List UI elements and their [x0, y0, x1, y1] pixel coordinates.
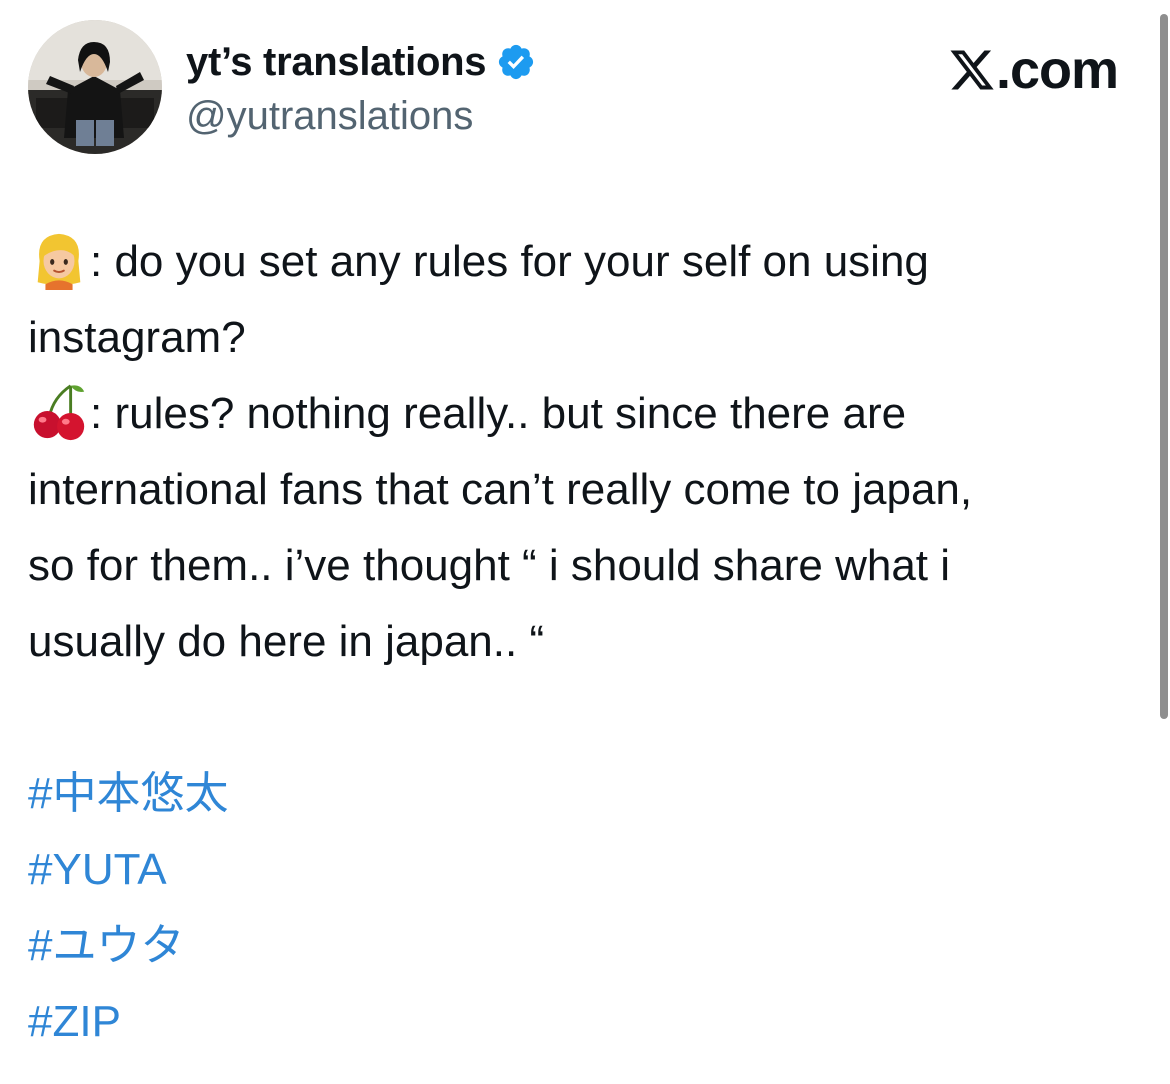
tweet-line-6: usually do here in japan.. “ [28, 617, 545, 666]
tweet-line-4: international fans that can’t really com… [28, 465, 973, 514]
tweet-line-1: : do you set any rules for your self on … [90, 237, 929, 286]
author-handle[interactable]: @yutranslations [186, 92, 473, 140]
tweet-line: : rules? nothing really.. but since ther… [28, 376, 1143, 452]
verified-badge-icon [496, 42, 536, 82]
tweet-line: : do you set any rules for your self on … [28, 224, 1143, 300]
woman-blond-hair-emoji [28, 228, 90, 290]
hashtag-link[interactable]: #中本悠太 [28, 756, 228, 832]
scrollbar[interactable] [1160, 14, 1168, 719]
hashtag-link[interactable]: #ユウタ [28, 908, 228, 984]
tweet-screenshot: yt’s translations @yutranslations .com:… [0, 0, 1170, 1084]
hashtag-link[interactable]: #YUTA [28, 832, 228, 908]
tweet-line-5: so for them.. i’ve thought “ i should sh… [28, 541, 951, 590]
tweet-line-2: instagram? [28, 313, 246, 362]
avatar[interactable] [28, 20, 162, 154]
hashtag-link[interactable]: #ZIP [28, 984, 228, 1060]
tweet-header: yt’s translations @yutranslations .com [28, 20, 1138, 160]
x-logo-icon [948, 46, 996, 94]
hashtag-list: #中本悠太 #YUTA #ユウタ #ZIP [28, 756, 228, 1060]
tweet-text: : do you set any rules for your self on … [28, 224, 1143, 680]
brand-watermark: .com [948, 40, 1119, 100]
avatar-photo [28, 20, 162, 154]
cherries-emoji [28, 380, 90, 442]
brand-text: .com [995, 40, 1119, 100]
tweet-line-3: : rules? nothing really.. but since ther… [90, 389, 907, 438]
author-display-name[interactable]: yt’s translations [186, 38, 486, 86]
author-name-row: yt’s translations [186, 38, 536, 86]
